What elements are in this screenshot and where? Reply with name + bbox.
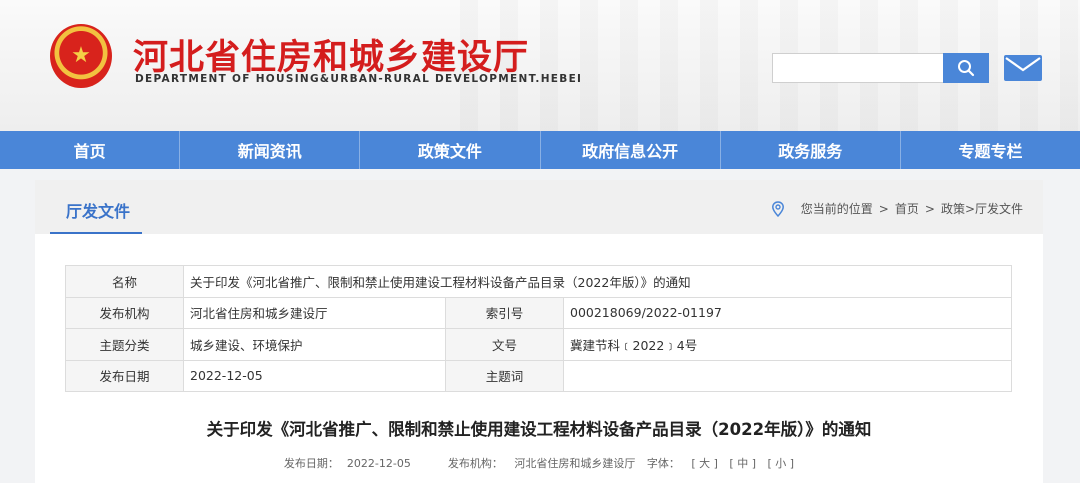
location-pin-icon [771, 200, 784, 217]
meta-date: 2022-12-05 [346, 457, 411, 470]
nav-item-topics[interactable]: 专题专栏 [901, 131, 1080, 169]
table-row: 发布机构 河北省住房和城乡建设厅 索引号 000218069/2022-0119… [65, 296, 1013, 329]
main-nav: 首页 新闻资讯 政策文件 政府信息公开 政务服务 专题专栏 [0, 131, 1080, 169]
info-label: 发布机构 [65, 296, 184, 329]
breadcrumb-prefix: 您当前的位置 [800, 202, 873, 216]
section-title[interactable]: 厅发文件 [66, 198, 130, 222]
info-value-date: 2022-12-05 [183, 359, 446, 392]
info-label: 名称 [65, 265, 184, 298]
info-label: 主题分类 [65, 328, 184, 361]
section-header: 厅发文件 您当前的位置 > 首页 > 政策>厅发文件 [35, 180, 1043, 234]
site-header: ★ 河北省住房和城乡建设厅 DEPARTMENT OF HOUSING&URBA… [0, 0, 1080, 131]
font-size-small-button[interactable]: [ 小 ] [768, 457, 795, 470]
breadcrumb-separator: > [924, 201, 935, 216]
document-info-table: 名称 关于印发《河北省推广、限制和禁止使用建设工程材料设备产品目录（2022年版… [65, 265, 1013, 392]
info-label: 文号 [445, 328, 564, 361]
info-value-category: 城乡建设、环境保护 [183, 328, 446, 361]
content-card: 厅发文件 您当前的位置 > 首页 > 政策>厅发文件 名称 关于印发《河北省推广… [35, 180, 1043, 483]
search-input[interactable] [772, 53, 944, 83]
meta-date-label: 发布日期： [283, 457, 339, 470]
info-value-name: 关于印发《河北省推广、限制和禁止使用建设工程材料设备产品目录（2022年版）》的… [182, 265, 1013, 298]
envelope-icon [1005, 57, 1041, 72]
search-button[interactable] [943, 53, 989, 83]
table-row: 名称 关于印发《河北省推广、限制和禁止使用建设工程材料设备产品目录（2022年版… [65, 265, 1013, 298]
site-subtitle: DEPARTMENT OF HOUSING&URBAN-RURAL DEVELO… [135, 73, 583, 85]
font-size-large-button[interactable]: [ 大 ] [691, 457, 718, 470]
nav-item-home[interactable]: 首页 [0, 131, 181, 169]
info-value-index: 000218069/2022-01197 [562, 296, 1013, 329]
document-meta: 发布日期： 2022-12-05 发布机构： 河北省住房和城乡建设厅 字体： [ … [35, 455, 1043, 471]
search-icon [958, 60, 975, 77]
document-title: 关于印发《河北省推广、限制和禁止使用建设工程材料设备产品目录（2022年版）》的… [206, 420, 872, 439]
info-value-docno: 冀建节科﹝2022﹞4号 [562, 328, 1013, 361]
info-label: 主题词 [445, 359, 564, 392]
meta-fontsize-label: 字体： [646, 457, 680, 470]
table-row: 发布日期 2022-12-05 主题词 [65, 359, 1013, 392]
nav-item-news[interactable]: 新闻资讯 [180, 131, 361, 169]
breadcrumb-separator: > [878, 201, 889, 216]
meta-publisher: 河北省住房和城乡建设厅 [514, 457, 636, 470]
table-row: 主题分类 城乡建设、环境保护 文号 冀建节科﹝2022﹞4号 [65, 328, 1013, 361]
mail-icon[interactable] [1004, 55, 1042, 81]
breadcrumb-current-link[interactable]: 政策>厅发文件 [941, 200, 1023, 217]
nav-item-services[interactable]: 政务服务 [721, 131, 901, 169]
info-value-publisher: 河北省住房和城乡建设厅 [183, 296, 446, 329]
breadcrumb-home-link[interactable]: 首页 [895, 200, 919, 217]
breadcrumb: 您当前的位置 > 首页 > 政策>厅发文件 [771, 200, 1023, 217]
info-value-keyword [562, 359, 1013, 392]
meta-publisher-label: 发布机构： [447, 457, 503, 470]
star-icon: ★ [71, 43, 91, 68]
info-label: 索引号 [445, 296, 564, 329]
nav-item-gov-info[interactable]: 政府信息公开 [541, 131, 721, 169]
nav-item-policy[interactable]: 政策文件 [360, 131, 541, 169]
national-emblem-icon: ★ [50, 24, 112, 88]
font-size-medium-button[interactable]: [ 中 ] [729, 457, 756, 470]
section-title-underline [50, 232, 142, 234]
info-label: 发布日期 [65, 359, 184, 392]
